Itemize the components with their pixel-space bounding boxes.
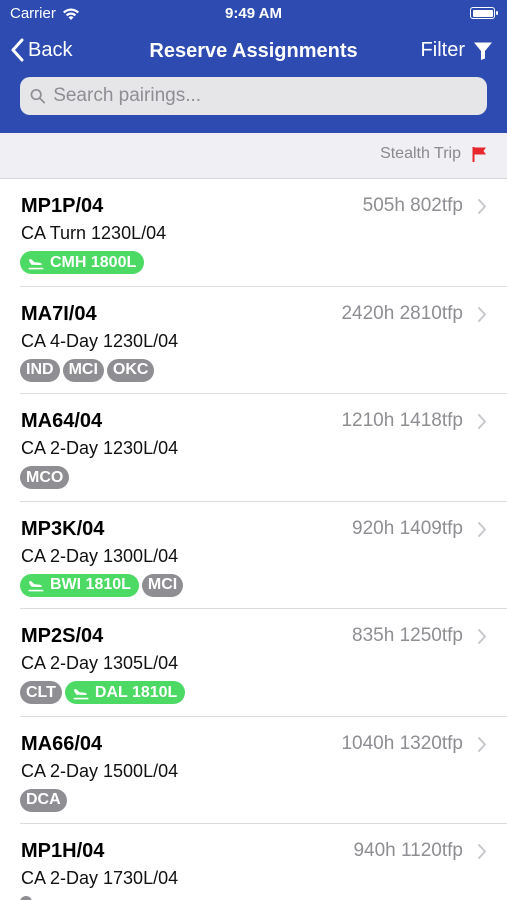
pairing-row[interactable]: MA7I/04 2420h 2810tfp CA 4-Day 1230L/04 IND… <box>0 287 507 395</box>
tag-label: MCI <box>68 361 98 378</box>
pairing-tags: BWI 1810L MCI <box>20 573 184 597</box>
search-icon <box>30 88 46 104</box>
flag-icon <box>472 147 486 162</box>
tag-label: DCA <box>26 791 61 808</box>
pairing-id: MP1H/04 <box>21 840 105 862</box>
pairing-tag: CMH 1800L <box>20 251 145 274</box>
pairing-id: MA66/04 <box>21 732 103 755</box>
header: Carrier 9:49 AM Back Reserve Assignments… <box>0 0 507 133</box>
chevron-right-icon <box>478 844 486 859</box>
filter-label: Filter <box>420 39 465 61</box>
pairing-row[interactable]: MP1H/04 940h 1120tfp CA 2-Day 1730L/04 <box>0 824 507 900</box>
clock: 9:49 AM <box>225 5 282 22</box>
plane-landing-icon <box>73 688 89 699</box>
pairing-tags: IND MCI OKC <box>20 358 155 382</box>
filter-button[interactable]: Filter <box>421 39 493 62</box>
pairing-hours: 2420h 2810tfp <box>341 302 463 324</box>
pairing-tag: DCA <box>20 788 67 812</box>
battery-icon <box>470 7 498 19</box>
legend-label: Stealth Trip <box>380 145 461 162</box>
tag-label: OKC <box>112 361 149 378</box>
pairing-row[interactable]: MP1P/04 505h 802tfp CA Turn 1230L/04 CMH 18… <box>0 179 507 287</box>
tag-label: BWI 1810L <box>50 576 131 593</box>
plane-landing-icon <box>28 258 44 269</box>
pairing-id: MP1P/04 <box>21 195 104 217</box>
pairing-tags: CMH 1800L <box>20 251 145 274</box>
stealth-trip-legend: Stealth Trip <box>380 145 487 163</box>
pairing-description: CA 2-Day 1230L/04 <box>21 438 179 458</box>
status-bar: Carrier 9:49 AM <box>0 0 507 30</box>
pairing-hours: 940h 1120tfp <box>353 840 463 861</box>
pairing-description: CA 2-Day 1305L/04 <box>21 653 179 673</box>
pairing-description: CA Turn 1230L/04 <box>21 223 167 243</box>
tag-label: MCI <box>147 576 178 593</box>
funnel-icon <box>474 42 492 60</box>
chevron-right-icon <box>478 521 486 537</box>
pairing-id: MA7I/04 <box>21 302 97 325</box>
pairing-tags <box>20 896 32 900</box>
pairing-tag <box>20 896 32 900</box>
pairing-id: MA64/04 <box>21 410 103 432</box>
chevron-right-icon <box>478 306 486 322</box>
tag-label: CLT <box>26 683 56 701</box>
pairing-hours: 1210h 1418tfp <box>341 410 463 431</box>
pairing-tag: MCO <box>20 466 70 489</box>
pairing-description: CA 2-Day 1300L/04 <box>21 545 179 566</box>
pairing-tags: CLT DAL 1810L <box>20 681 186 704</box>
tag-label: IND <box>26 361 54 378</box>
pairing-tag: IND <box>20 358 60 382</box>
nav-bar: Back Reserve Assignments Filter <box>0 30 507 74</box>
search-bar[interactable] <box>20 77 487 115</box>
pairing-tag: MCI <box>62 358 104 382</box>
pairing-description: CA 2-Day 1730L/04 <box>21 868 179 888</box>
pairing-hours: 505h 802tfp <box>362 195 463 216</box>
chevron-right-icon <box>478 199 486 214</box>
pairing-list: MP1P/04 505h 802tfp CA Turn 1230L/04 CMH 18… <box>0 179 507 900</box>
pairing-row[interactable]: MP2S/04 835h 1250tfp CA 2-Day 1305L/04 CLT D… <box>0 609 507 717</box>
tag-label: MCO <box>26 468 64 486</box>
tag-label: CMH 1800L <box>50 253 137 271</box>
pairing-description: CA 2-Day 1500L/04 <box>21 760 179 781</box>
pairing-row[interactable]: MA66/04 1040h 1320tfp CA 2-Day 1500L/04 DCA <box>0 717 507 825</box>
chevron-right-icon <box>478 736 486 752</box>
pairing-id: MP2S/04 <box>21 625 104 647</box>
pairing-hours: 1040h 1320tfp <box>341 732 463 754</box>
tag-label: DAL 1810L <box>94 683 178 701</box>
pairing-id: MP3K/04 <box>21 517 105 540</box>
pairing-tag: OKC <box>106 358 155 382</box>
pairing-tag: MCI <box>141 573 184 597</box>
pairing-tag: DAL 1810L <box>64 681 186 704</box>
pairing-tags: MCO <box>20 466 70 489</box>
plane-landing-icon <box>28 581 44 592</box>
pairing-tag: CLT <box>20 681 62 704</box>
legend-bar: Stealth Trip <box>0 133 507 179</box>
pairing-row[interactable]: MA64/04 1210h 1418tfp CA 2-Day 1230L/04 MCO <box>0 394 507 502</box>
pairing-row[interactable]: MP3K/04 920h 1409tfp CA 2-Day 1300L/04 BWI … <box>0 502 507 610</box>
chevron-right-icon <box>478 629 486 644</box>
chevron-right-icon <box>478 414 486 429</box>
pairing-description: CA 4-Day 1230L/04 <box>21 330 179 351</box>
pairing-tag: BWI 1810L <box>20 573 139 597</box>
pairing-tags: DCA <box>20 788 67 812</box>
pairing-hours: 835h 1250tfp <box>352 625 463 646</box>
search-input[interactable] <box>53 85 487 107</box>
pairing-hours: 920h 1409tfp <box>352 517 463 539</box>
